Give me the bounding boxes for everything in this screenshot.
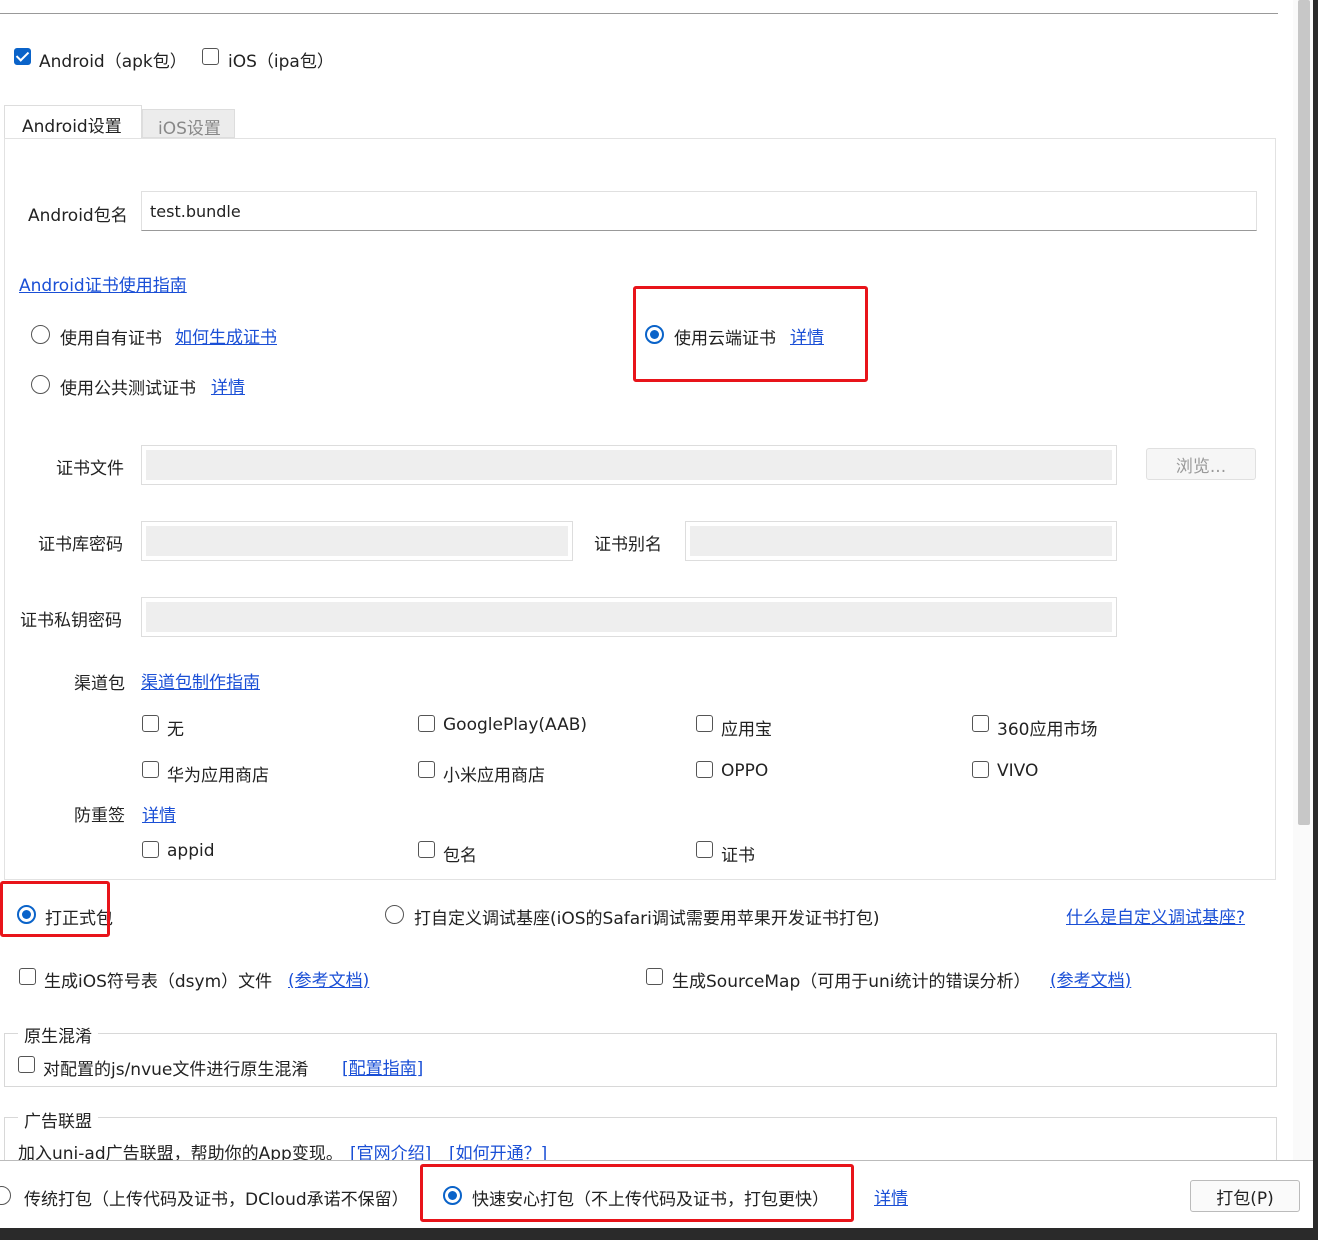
channel-yingyongbao-checkbox[interactable] (696, 715, 713, 732)
channel-vivo-label: VIVO (997, 761, 1039, 781)
anti-resign-link[interactable]: 详情 (142, 801, 176, 826)
key-password-label: 证书私钥密码 (20, 611, 122, 631)
anti-resign-appid-checkbox[interactable] (142, 841, 159, 858)
anti-resign-label: 防重签 (74, 806, 125, 826)
channel-xiaomi-checkbox[interactable] (418, 761, 435, 778)
vertical-scrollbar-thumb[interactable] (1298, 0, 1310, 825)
cloud-cert-highlight (633, 286, 868, 382)
pack-button[interactable]: 打包(P) (1190, 1180, 1300, 1212)
android-cert-guide-link[interactable]: Android证书使用指南 (19, 271, 187, 296)
channel-vivo-checkbox[interactable] (972, 761, 989, 778)
android-checkbox[interactable] (14, 48, 31, 65)
obfuscation-label: 对配置的js/nvue文件进行原生混淆 (43, 1060, 309, 1080)
own-cert-label: 使用自有证书 (60, 329, 162, 349)
channel-huawei-checkbox[interactable] (142, 761, 159, 778)
sourcemap-checkbox[interactable] (646, 968, 663, 985)
channel-none-label: 无 (167, 720, 184, 740)
cert-file-label: 证书文件 (56, 459, 124, 479)
keystore-password-label: 证书库密码 (38, 535, 123, 555)
public-cert-link[interactable]: 详情 (211, 373, 245, 398)
obfuscation-legend: 原生混淆 (18, 1022, 98, 1047)
window-frame-bottom (0, 1228, 1318, 1240)
channel-googleplay-label: GooglePlay(AAB) (443, 715, 588, 735)
keystore-password-input[interactable] (141, 521, 573, 561)
fast-pack-detail-link[interactable]: 详情 (874, 1184, 908, 1209)
channel-none-checkbox[interactable] (142, 715, 159, 732)
own-cert-link[interactable]: 如何生成证书 (175, 323, 277, 348)
sourcemap-doc-link[interactable]: (参考文档) (1050, 966, 1131, 991)
own-cert-radio[interactable] (31, 325, 50, 344)
cert-file-input[interactable] (141, 445, 1117, 485)
channel-360-checkbox[interactable] (972, 715, 989, 732)
channel-xiaomi-label: 小米应用商店 (443, 766, 545, 786)
anti-resign-cert-checkbox[interactable] (696, 841, 713, 858)
channel-huawei-label: 华为应用商店 (167, 766, 269, 786)
tab-android-settings[interactable]: Android设置 (4, 105, 142, 139)
custom-base-link[interactable]: 什么是自定义调试基座? (1066, 903, 1245, 928)
release-build-highlight (0, 881, 110, 937)
obfuscation-checkbox[interactable] (18, 1056, 35, 1073)
window-frame-right (1313, 0, 1318, 1240)
package-name-value: test.bundle (150, 202, 241, 221)
package-name-label: Android包名 (28, 206, 128, 226)
dsym-label: 生成iOS符号表（dsym）文件 (44, 972, 273, 992)
anti-resign-cert-label: 证书 (721, 846, 755, 866)
channel-oppo-checkbox[interactable] (696, 761, 713, 778)
browse-button-label: 浏览... (1175, 456, 1227, 477)
channel-yingyongbao-label: 应用宝 (721, 720, 772, 740)
anti-resign-package-label: 包名 (443, 846, 477, 866)
public-cert-radio[interactable] (31, 375, 50, 394)
anti-resign-package-checkbox[interactable] (418, 841, 435, 858)
channel-guide-link[interactable]: 渠道包制作指南 (141, 668, 260, 693)
traditional-pack-label: 传统打包（上传代码及证书，DCloud承诺不保留） (24, 1190, 409, 1210)
channel-label: 渠道包 (74, 674, 125, 694)
channel-360-label: 360应用市场 (997, 720, 1098, 740)
dsym-checkbox[interactable] (19, 968, 36, 985)
cert-alias-label: 证书别名 (594, 535, 662, 555)
tab-android-settings-label: Android设置 (22, 117, 122, 137)
cert-alias-input[interactable] (685, 521, 1117, 561)
public-cert-label: 使用公共测试证书 (60, 379, 196, 399)
channel-googleplay-checkbox[interactable] (418, 715, 435, 732)
dsym-doc-link[interactable]: (参考文档) (288, 966, 369, 991)
package-name-input[interactable]: test.bundle (141, 191, 1257, 231)
sourcemap-label: 生成SourceMap（可用于uni统计的错误分析） (672, 972, 1031, 992)
ios-checkbox[interactable] (202, 48, 219, 65)
browse-button[interactable]: 浏览... (1146, 448, 1256, 480)
ios-checkbox-label: iOS（ipa包） (228, 52, 334, 72)
tab-ios-settings[interactable]: iOS设置 (142, 109, 235, 139)
android-checkbox-label: Android（apk包） (39, 52, 187, 72)
key-password-input[interactable] (141, 597, 1117, 637)
anti-resign-appid-label: appid (167, 841, 215, 861)
top-divider (0, 13, 1278, 14)
ad-alliance-legend: 广告联盟 (18, 1107, 98, 1132)
channel-oppo-label: OPPO (721, 761, 769, 781)
obfuscation-guide-link[interactable]: [配置指南] (342, 1054, 423, 1079)
fast-pack-highlight (420, 1164, 854, 1222)
tab-ios-settings-label: iOS设置 (158, 119, 221, 139)
pack-button-label: 打包(P) (1216, 1188, 1274, 1209)
custom-base-label: 打自定义调试基座(iOS的Safari调试需要用苹果开发证书打包) (414, 909, 880, 929)
custom-base-radio[interactable] (385, 905, 404, 924)
